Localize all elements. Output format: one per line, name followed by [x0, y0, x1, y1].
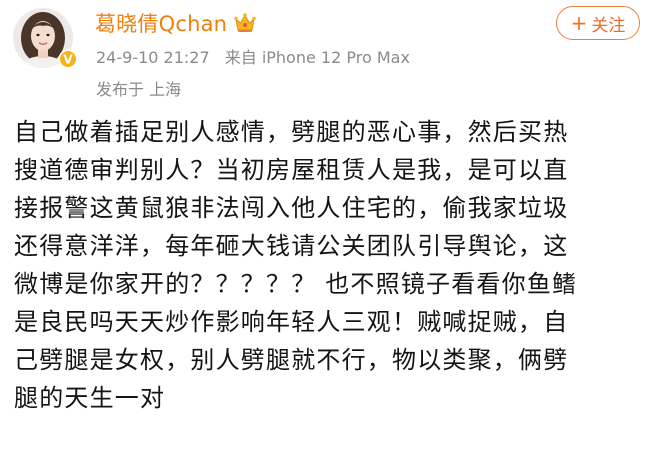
verified-badge-icon: V: [58, 49, 78, 69]
follow-label: 关注: [591, 15, 626, 36]
post-time[interactable]: 24-9-10 21:27: [96, 48, 210, 67]
follow-button[interactable]: + 关注: [556, 6, 640, 40]
content-line: 是良民吗天天炒作影响年轻人三观！贼喊捉贼，自: [14, 308, 569, 336]
plus-icon: +: [570, 11, 588, 35]
post-meta: 24-9-10 21:27 来自 iPhone 12 Pro Max: [96, 44, 410, 68]
content-line: 还得意洋洋，每年砸大钱请公关团队引导舆论，这: [14, 232, 569, 260]
content-line: 搜道德审判别人？当初房屋租赁人是我，是可以直: [14, 156, 569, 184]
post-location: 发布于 上海: [96, 80, 182, 99]
content-line: 腿的天生一对: [14, 384, 166, 412]
weibo-post: V 葛晓倩Qchan 24-9-10 21:27 来自 iPhone 12 Pr…: [0, 0, 650, 452]
content-line: 己劈腿是女权，别人劈腿就不行，物以类聚，俩劈: [14, 346, 569, 374]
username-row: 葛晓倩Qchan: [95, 6, 257, 40]
content-line: 自己做着插足别人感情，劈腿的恶心事，然后买热: [14, 118, 569, 146]
post-source: 来自 iPhone 12 Pro Max: [224, 48, 410, 67]
content-line: 微博是你家开的？？？？？ 也不照镜子看看你鱼鳍: [14, 270, 578, 298]
crown-icon[interactable]: [233, 12, 257, 34]
svg-text:V: V: [63, 52, 73, 66]
post-content: 自己做着插足别人感情，劈腿的恶心事，然后买热 搜道德审判别人？当初房屋租赁人是我…: [14, 113, 644, 417]
content-line: 接报警这黄鼠狼非法闯入他人住宅的，偷我家垃圾: [14, 194, 569, 222]
username[interactable]: 葛晓倩Qchan: [95, 8, 227, 38]
